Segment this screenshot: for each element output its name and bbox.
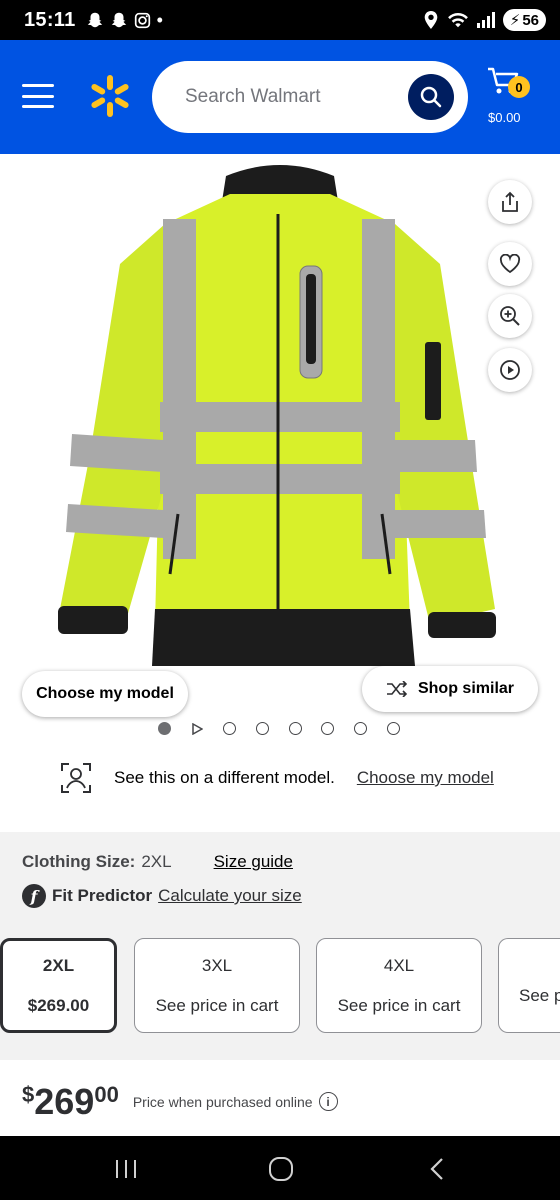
status-bar: 15:11 • ⚡ 56 <box>0 0 560 40</box>
price-dollars: 269 <box>34 1081 95 1122</box>
status-right: ⚡ 56 <box>423 9 546 31</box>
size-option-price: See p <box>519 985 560 1005</box>
size-value: 2XL <box>141 852 172 871</box>
walmart-spark-logo[interactable] <box>88 74 132 118</box>
shop-similar-label: Shop similar <box>417 680 515 697</box>
size-option-label: 2XL <box>42 955 75 975</box>
zoom-in-icon <box>500 306 520 326</box>
back-icon[interactable] <box>428 1157 446 1181</box>
cart-count-badge: 0 <box>508 76 530 98</box>
search-button[interactable] <box>408 74 454 120</box>
size-section: Clothing Size: 2XL Size guide f Fit Pred… <box>0 832 560 1060</box>
size-option-partial[interactable]: See p <box>498 938 560 1033</box>
search-icon <box>420 86 442 108</box>
person-scan-icon <box>61 763 91 793</box>
carousel-dot[interactable] <box>321 722 335 735</box>
more-dot-icon: • <box>156 9 163 30</box>
snapchat-icon <box>111 12 126 28</box>
cart-total: $0.00 <box>488 110 521 125</box>
calculate-size-link[interactable]: Calculate your size <box>158 886 302 906</box>
signal-icon <box>476 12 495 28</box>
size-option-price: See price in cart <box>155 995 279 1015</box>
menu-icon[interactable] <box>22 84 54 108</box>
size-label: Clothing Size: <box>22 852 136 871</box>
fit-predictor-label: Fit Predictor <box>52 886 153 905</box>
play-circle-icon <box>500 360 520 380</box>
size-option-2xl[interactable]: 2XL $269.00 <box>0 938 117 1033</box>
favorite-button[interactable] <box>488 242 532 286</box>
price-currency: $ <box>22 1082 35 1107</box>
search-placeholder: Search Walmart <box>185 86 321 107</box>
carousel-dot[interactable] <box>354 722 368 735</box>
price-note-text: Price when purchased online <box>132 1093 313 1110</box>
carousel-dot[interactable] <box>256 722 270 735</box>
price-cents: 00 <box>94 1082 119 1107</box>
size-guide-link[interactable]: Size guide <box>214 852 293 872</box>
choose-model-label: Choose my model <box>36 685 174 702</box>
play-video-button[interactable] <box>488 348 532 392</box>
choose-model-link[interactable]: Choose my model <box>357 768 494 788</box>
notification-icons: • <box>86 10 163 31</box>
model-row: See this on a different model. Choose my… <box>60 760 540 796</box>
fit-predictor-icon: f <box>22 884 46 908</box>
hi-vis-jacket-image <box>58 165 496 666</box>
product-image[interactable] <box>0 154 560 674</box>
instagram-icon <box>134 12 150 28</box>
share-icon <box>502 191 518 212</box>
location-icon <box>424 11 438 29</box>
charging-icon: ⚡ <box>509 12 521 29</box>
recent-apps-icon[interactable] <box>114 1158 138 1180</box>
size-option-price: See price in cart <box>337 995 461 1015</box>
size-option-label: 4XL <box>383 955 415 975</box>
search-input[interactable]: Search Walmart <box>152 61 468 133</box>
header: Search Walmart 0 $0.00 <box>0 40 560 154</box>
info-icon[interactable]: i <box>318 1092 338 1111</box>
home-icon[interactable] <box>268 1156 294 1182</box>
heart-icon <box>499 254 521 274</box>
carousel-dot[interactable] <box>288 722 302 735</box>
shop-similar-button[interactable]: Shop similar <box>362 666 538 712</box>
size-label-row: Clothing Size: 2XL Size guide <box>22 852 293 872</box>
fit-predictor-row: f Fit Predictor Calculate your size <box>22 884 302 908</box>
snapchat-icon <box>87 12 102 28</box>
battery-indicator: ⚡ 56 <box>502 9 546 31</box>
price-row: $ 269 00 Price when purchased online i <box>22 1078 338 1126</box>
wifi-icon <box>447 12 468 28</box>
system-nav-bar <box>0 1136 560 1200</box>
play-icon <box>191 722 203 735</box>
status-time: 15:11 <box>24 8 76 31</box>
size-option-3xl[interactable]: 3XL See price in cart <box>134 938 300 1033</box>
price-note: Price when purchased online i <box>133 1092 338 1111</box>
model-text: See this on a different model. <box>114 768 335 787</box>
carousel-video-indicator[interactable] <box>191 722 204 735</box>
battery-level: 56 <box>522 11 539 29</box>
carousel-dot[interactable] <box>386 722 400 735</box>
share-button[interactable] <box>488 180 532 224</box>
zoom-button[interactable] <box>488 294 532 338</box>
choose-model-button[interactable]: Choose my model <box>22 671 188 717</box>
carousel-dot[interactable] <box>223 722 237 735</box>
size-option-price: $269.00 <box>27 995 90 1015</box>
shuffle-icon <box>386 681 408 697</box>
cart-button[interactable]: 0 $0.00 <box>486 62 536 132</box>
size-option-label: 3XL <box>201 955 233 975</box>
size-option-4xl[interactable]: 4XL See price in cart <box>316 938 482 1033</box>
carousel-indicators <box>158 722 420 735</box>
carousel-dot[interactable] <box>158 722 171 735</box>
